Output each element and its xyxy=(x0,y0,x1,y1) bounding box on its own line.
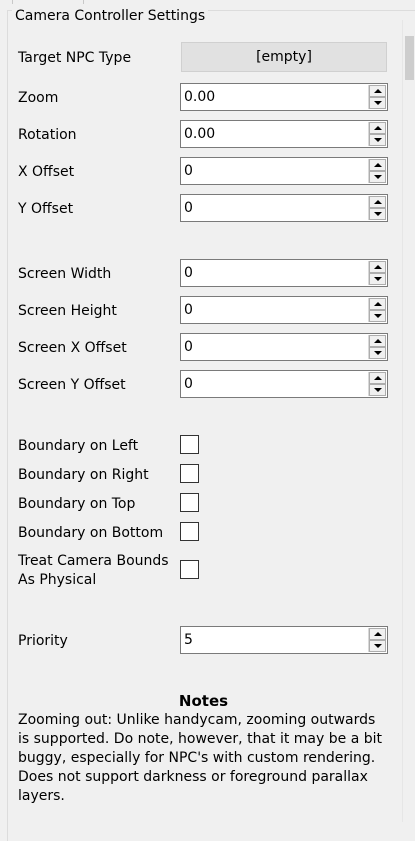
x-offset-value: 0 xyxy=(184,163,193,179)
boundary-top-checkbox[interactable] xyxy=(180,493,199,512)
arrow-up-icon xyxy=(373,89,382,93)
rotation-input[interactable]: 0.00 xyxy=(180,120,388,148)
groupbox-title: Camera Controller Settings xyxy=(12,7,209,25)
boundary-left-label: Boundary on Left xyxy=(18,438,139,454)
screen-height-input[interactable]: 0 xyxy=(180,296,388,324)
arrow-down-icon xyxy=(373,351,382,355)
notes-line: Zooming out: Unlike handycam, zooming ou… xyxy=(18,712,376,728)
screen-height-value: 0 xyxy=(184,302,193,318)
screen-height-label: Screen Height xyxy=(18,303,117,319)
y-offset-value: 0 xyxy=(184,200,193,216)
arrow-down-icon xyxy=(373,138,382,142)
screen-x-offset-value: 0 xyxy=(184,339,193,355)
spin-up-button[interactable] xyxy=(369,628,386,640)
boundary-left-checkbox[interactable] xyxy=(180,435,199,454)
boundary-bottom-label: Boundary on Bottom xyxy=(18,525,164,541)
rotation-label: Rotation xyxy=(18,127,77,143)
spin-down-button[interactable] xyxy=(369,384,386,396)
arrow-up-icon xyxy=(373,163,382,167)
x-offset-input[interactable]: 0 xyxy=(180,157,388,185)
screen-width-spinner[interactable] xyxy=(368,261,386,285)
arrow-up-icon xyxy=(373,632,382,636)
screen-y-offset-input[interactable]: 0 xyxy=(180,370,388,398)
priority-label: Priority xyxy=(18,633,68,649)
arrow-down-icon xyxy=(373,101,382,105)
priority-spinner[interactable] xyxy=(368,628,386,652)
spin-up-button[interactable] xyxy=(369,372,386,384)
arrow-down-icon xyxy=(373,644,382,648)
spin-up-button[interactable] xyxy=(369,335,386,347)
arrow-up-icon xyxy=(373,302,382,306)
screen-x-offset-input[interactable]: 0 xyxy=(180,333,388,361)
notes-line: buggy, especially for NPC's with custom … xyxy=(18,750,376,766)
zoom-label: Zoom xyxy=(18,90,59,106)
target-npc-dropdown[interactable]: [empty] xyxy=(181,42,387,72)
priority-input[interactable]: 5 xyxy=(180,626,388,654)
x-offset-spinner[interactable] xyxy=(368,159,386,183)
boundary-top-label: Boundary on Top xyxy=(18,496,136,512)
boundary-right-checkbox[interactable] xyxy=(180,464,199,483)
notes-line: layers. xyxy=(18,788,65,804)
rotation-value: 0.00 xyxy=(184,126,216,142)
screen-width-label: Screen Width xyxy=(18,266,112,282)
notes-line: is supported. Do note, however, that it … xyxy=(18,731,382,747)
spin-down-button[interactable] xyxy=(369,640,386,652)
boundary-right-label: Boundary on Right xyxy=(18,467,149,483)
spin-down-button[interactable] xyxy=(369,310,386,322)
screen-y-offset-spinner[interactable] xyxy=(368,372,386,396)
spin-up-button[interactable] xyxy=(369,261,386,273)
spin-down-button[interactable] xyxy=(369,97,386,109)
spin-down-button[interactable] xyxy=(369,273,386,285)
arrow-down-icon xyxy=(373,314,382,318)
spin-down-button[interactable] xyxy=(369,171,386,183)
y-offset-label: Y Offset xyxy=(18,201,74,217)
spin-up-button[interactable] xyxy=(369,298,386,310)
spin-up-button[interactable] xyxy=(369,196,386,208)
arrow-up-icon xyxy=(373,126,382,130)
x-offset-label: X Offset xyxy=(18,164,75,180)
notes-title: Notes xyxy=(178,692,229,710)
spin-up-button[interactable] xyxy=(369,85,386,97)
arrow-up-icon xyxy=(373,376,382,380)
screen-y-offset-label: Screen Y Offset xyxy=(18,377,126,393)
zoom-spinner[interactable] xyxy=(368,85,386,109)
screen-height-spinner[interactable] xyxy=(368,298,386,322)
scrollbar-thumb[interactable] xyxy=(405,36,414,80)
arrow-down-icon xyxy=(373,388,382,392)
arrow-up-icon xyxy=(373,200,382,204)
arrow-down-icon xyxy=(373,175,382,179)
zoom-input[interactable]: 0.00 xyxy=(180,83,388,111)
spin-up-button[interactable] xyxy=(369,159,386,171)
screen-y-offset-value: 0 xyxy=(184,376,193,392)
y-offset-spinner[interactable] xyxy=(368,196,386,220)
tab-strip-edge xyxy=(12,0,84,4)
arrow-down-icon xyxy=(373,277,382,281)
arrow-up-icon xyxy=(373,265,382,269)
spin-down-button[interactable] xyxy=(369,134,386,146)
target-npc-label: Target NPC Type xyxy=(18,50,132,66)
spin-up-button[interactable] xyxy=(369,122,386,134)
screen-width-value: 0 xyxy=(184,265,193,281)
arrow-up-icon xyxy=(373,339,382,343)
priority-value: 5 xyxy=(184,632,193,648)
y-offset-input[interactable]: 0 xyxy=(180,194,388,222)
zoom-value: 0.00 xyxy=(184,89,216,105)
vertical-scrollbar[interactable] xyxy=(402,20,415,822)
screen-width-input[interactable]: 0 xyxy=(180,259,388,287)
arrow-down-icon xyxy=(373,212,382,216)
notes-line: Does not support darkness or foreground … xyxy=(18,769,368,785)
boundary-bottom-checkbox[interactable] xyxy=(180,522,199,541)
physical-bounds-label-line1: Treat Camera Bounds xyxy=(18,553,169,569)
physical-bounds-checkbox[interactable] xyxy=(180,560,199,579)
spin-down-button[interactable] xyxy=(369,208,386,220)
screen-x-offset-spinner[interactable] xyxy=(368,335,386,359)
screen-x-offset-label: Screen X Offset xyxy=(18,340,127,356)
physical-bounds-label-line2: As Physical xyxy=(18,572,97,588)
rotation-spinner[interactable] xyxy=(368,122,386,146)
spin-down-button[interactable] xyxy=(369,347,386,359)
